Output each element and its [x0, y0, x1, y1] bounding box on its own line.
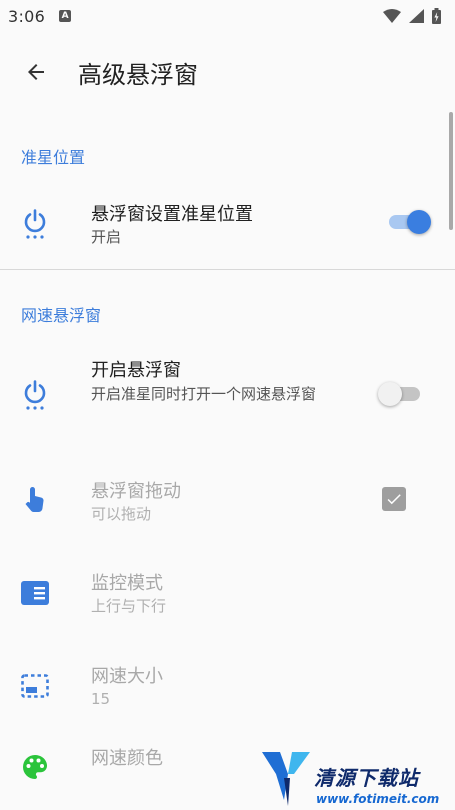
watermark-url: www.fotimeit.com [316, 792, 440, 806]
watermark: 清源下载站 www.fotimeit.com [258, 748, 448, 810]
pref-summary: 15 [91, 690, 111, 708]
crosshair-toggle-switch[interactable] [387, 207, 431, 237]
notification-a-icon: A [59, 10, 72, 22]
pref-crosshair-position[interactable]: 悬浮窗设置准星位置 开启 [0, 182, 455, 268]
category-header-net-speed: 网速悬浮窗 [21, 306, 102, 325]
palette-icon [20, 752, 50, 782]
page-title: 高级悬浮窗 [78, 60, 198, 89]
status-icons [383, 8, 441, 24]
pref-summary: 开启准星同时打开一个网速悬浮窗 [91, 385, 317, 403]
watermark-logo-icon [262, 752, 310, 806]
pref-monitor-mode[interactable]: 监控模式 上行与下行 [0, 549, 455, 635]
drag-checkbox[interactable] [382, 487, 406, 511]
pref-window-drag[interactable]: 悬浮窗拖动 可以拖动 [0, 457, 455, 543]
floating-window-toggle-switch[interactable] [378, 379, 422, 409]
power-icon [20, 380, 50, 410]
list-icon [20, 578, 50, 608]
pref-title: 悬浮窗设置准星位置 [91, 204, 253, 225]
status-time: 3:06 [8, 6, 46, 26]
pref-title: 开启悬浮窗 [91, 360, 181, 381]
scrollbar[interactable] [449, 112, 453, 230]
battery-icon [432, 8, 441, 24]
switch-thumb [378, 382, 402, 406]
pref-speed-size[interactable]: 网速大小 15 [0, 642, 455, 728]
arrow-back-icon [28, 64, 44, 80]
signal-icon [409, 9, 424, 23]
pref-summary: 开启 [91, 228, 122, 246]
section-divider [0, 269, 455, 270]
app-bar: 高级悬浮窗 [0, 32, 455, 112]
pref-enable-floating-window[interactable]: 开启悬浮窗 开启准星同时打开一个网速悬浮窗 [0, 342, 455, 442]
pref-title: 网速大小 [91, 666, 163, 687]
status-bar: 3:06 A [0, 0, 455, 32]
preference-list[interactable]: 准星位置 悬浮窗设置准星位置 开启 网速悬浮窗 开启悬浮窗 开启准星同时打开一个… [0, 112, 455, 810]
watermark-title: 清源下载站 [314, 766, 419, 790]
pref-summary: 可以拖动 [91, 505, 152, 523]
switch-thumb [407, 210, 431, 234]
wifi-icon [383, 9, 401, 23]
power-icon [20, 209, 50, 239]
dashed-box-icon [20, 671, 50, 701]
pref-summary: 上行与下行 [91, 597, 167, 615]
pref-title: 监控模式 [91, 573, 163, 594]
touch-icon [20, 485, 50, 515]
check-icon [387, 494, 401, 505]
pref-title: 悬浮窗拖动 [91, 481, 181, 502]
back-button[interactable] [8, 44, 64, 100]
category-header-crosshair: 准星位置 [21, 148, 86, 167]
pref-title: 网速颜色 [91, 748, 163, 769]
